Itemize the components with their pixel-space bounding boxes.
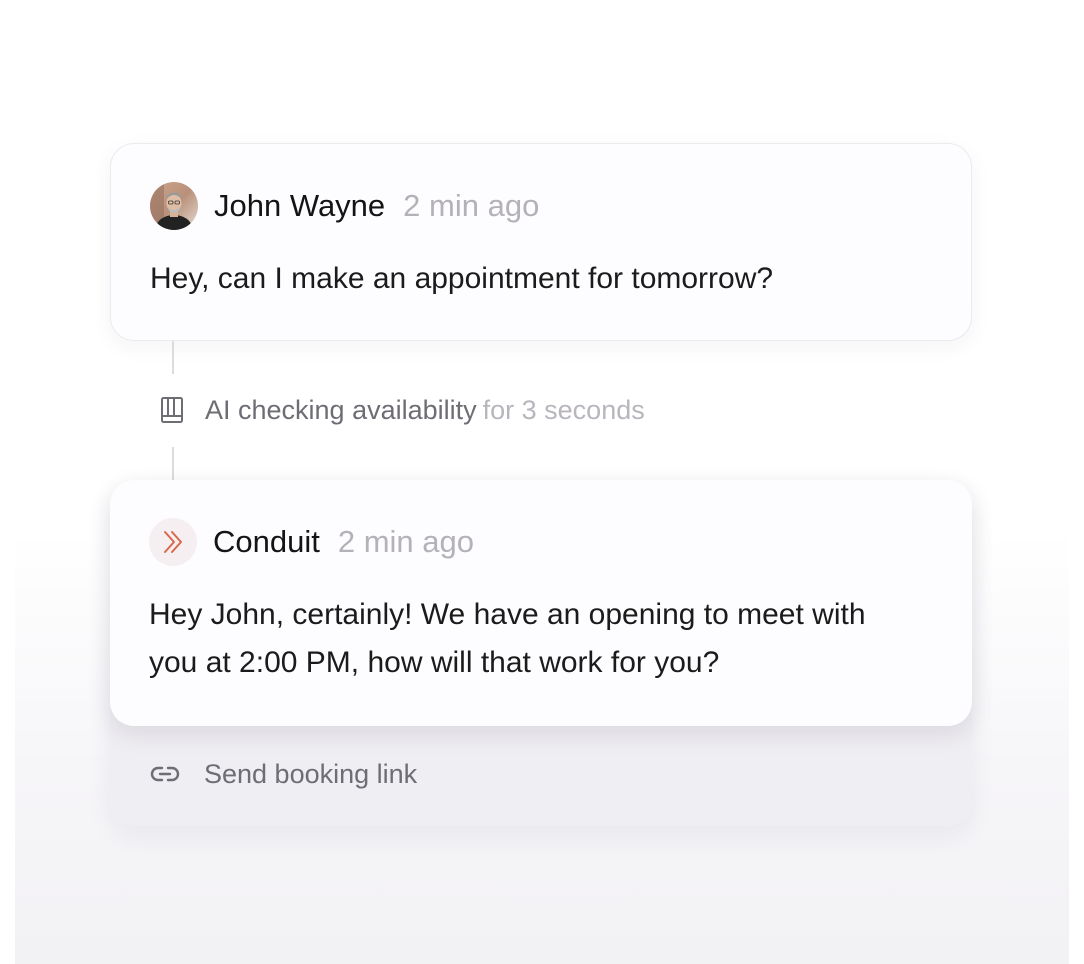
message-timestamp: 2 min ago bbox=[403, 188, 540, 223]
send-booking-link-label: Send booking link bbox=[204, 758, 418, 789]
book-icon bbox=[158, 396, 186, 424]
avatar bbox=[150, 182, 198, 230]
sender-name: Conduit bbox=[213, 524, 320, 559]
bot-message-header: Conduit 2 min ago bbox=[149, 518, 474, 566]
user-message-header: John Wayne 2 min ago bbox=[150, 182, 539, 230]
thread-connector-top bbox=[172, 341, 174, 374]
message-text: Hey, can I make an appointment for tomor… bbox=[150, 262, 774, 295]
thread-connector-bottom bbox=[172, 447, 174, 480]
send-booking-link-button[interactable]: Send booking link bbox=[150, 754, 417, 794]
activity-duration: for 3 seconds bbox=[482, 394, 645, 425]
activity-label: AI checking availability bbox=[205, 394, 477, 425]
message-text: Hey John, certainly! We have an opening … bbox=[149, 598, 866, 679]
link-icon bbox=[150, 759, 180, 789]
sender-name: John Wayne bbox=[214, 188, 386, 223]
user-message-card: John Wayne 2 min ago Hey, can I make an … bbox=[110, 143, 972, 341]
bot-message-card: Conduit 2 min ago Hey John, certainly! W… bbox=[110, 480, 972, 726]
message-timestamp: 2 min ago bbox=[337, 524, 474, 559]
ai-activity-row: AI checking availability for 3 seconds bbox=[158, 390, 645, 430]
double-chevron-right-icon bbox=[149, 518, 197, 566]
